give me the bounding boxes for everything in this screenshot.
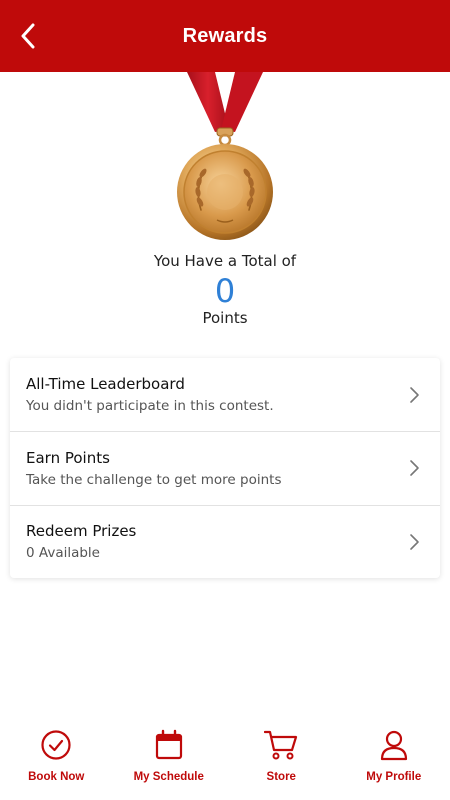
calendar-icon [155,729,182,760]
check-circle-icon [41,730,71,760]
redeem-prizes-item[interactable]: Redeem Prizes 0 Available [10,504,440,578]
list-item-title: All-Time Leaderboard [26,375,185,394]
nav-label: Store [266,771,296,783]
list-item-subtitle: 0 Available [26,545,100,562]
list-item-title: Earn Points [26,448,110,467]
points-label: Points [202,309,248,327]
points-value: 0 [214,272,236,310]
chevron-right-icon [410,386,419,403]
medal-illustration [0,72,450,252]
nav-my-profile[interactable]: My Profile [338,722,450,800]
user-icon [380,730,407,761]
nav-store[interactable]: Store [225,722,338,800]
back-button[interactable] [8,16,48,56]
list-item-title: Redeem Prizes [26,522,137,541]
total-label: You Have a Total of [153,252,297,270]
bottom-nav: Book Now My Schedule Store My Profile [0,722,450,800]
chevron-right-icon [410,460,419,477]
chevron-right-icon [410,533,419,550]
rewards-menu-card: All-Time Leaderboard You didn't particip… [10,358,440,578]
app-header: Rewards [0,0,450,72]
page-title: Rewards [182,24,268,47]
nav-label: My Schedule [133,771,204,783]
chevron-left-icon [21,23,35,49]
nav-label: Book Now [28,771,85,783]
nav-label: My Profile [366,771,422,783]
cart-icon [264,730,298,760]
list-item-subtitle: Take the challenge to get more points [26,471,282,488]
nav-book-now[interactable]: Book Now [0,722,113,800]
earn-points-item[interactable]: Earn Points Take the challenge to get mo… [10,431,440,504]
gold-medal-icon [177,72,273,240]
nav-my-schedule[interactable]: My Schedule [113,722,226,800]
leaderboard-item[interactable]: All-Time Leaderboard You didn't particip… [10,358,440,431]
list-item-subtitle: You didn't participate in this contest. [26,398,274,415]
